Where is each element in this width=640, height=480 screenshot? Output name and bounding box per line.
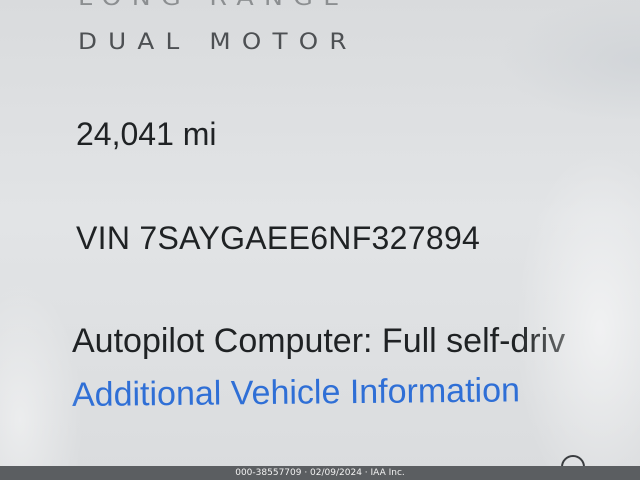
trim-label: DUAL MOTOR bbox=[78, 30, 358, 55]
vin-number: VIN 7SAYGAEE6NF327894 bbox=[76, 220, 481, 256]
odometer-reading: 24,041 mi bbox=[76, 116, 217, 152]
additional-vehicle-info-link[interactable]: Additional Vehicle Information bbox=[72, 371, 520, 415]
autopilot-computer-info: Autopilot Computer: Full self-driv bbox=[72, 322, 566, 360]
vehicle-info-screen: LONG RANGE DUAL MOTOR 24,041 mi VIN 7SAY… bbox=[0, 0, 640, 480]
photo-caption-bar: 000-38557709 · 02/09/2024 · IAA Inc. bbox=[0, 466, 640, 480]
photo-caption: 000-38557709 · 02/09/2024 · IAA Inc. bbox=[235, 468, 405, 478]
trim-label-partial: LONG RANGE bbox=[78, 0, 350, 11]
